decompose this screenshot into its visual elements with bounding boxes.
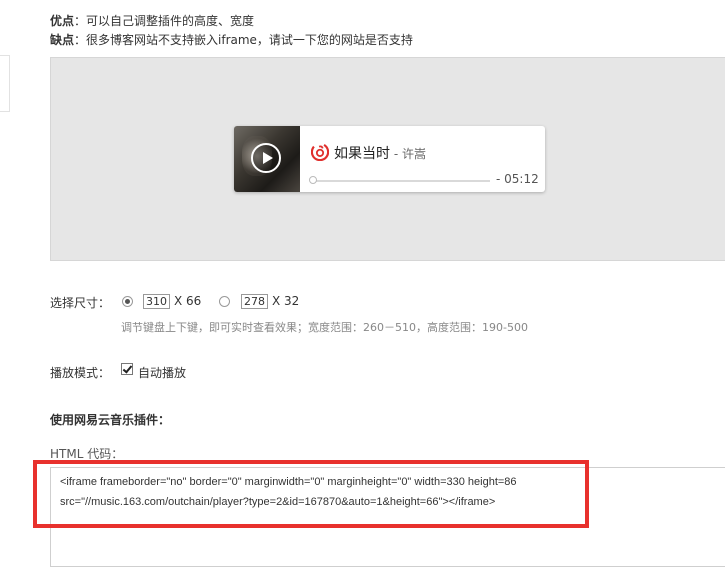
cons-label: 缺点: [50, 33, 75, 47]
song-duration: - 05:12: [496, 172, 539, 186]
size-option-1-radio[interactable]: [122, 296, 133, 307]
size-option-1-height: X 66: [174, 294, 202, 308]
pros-label: 优点: [50, 14, 75, 28]
cons-text: ：很多博客网站不支持嵌入iframe，请试一下您的网站是否支持: [74, 33, 413, 47]
netease-music-logo-icon: [311, 143, 329, 161]
song-separator: -: [390, 147, 402, 161]
size-option-2-height: X 32: [272, 294, 300, 308]
song-title: 如果当时: [334, 146, 390, 162]
autoplay-checkbox[interactable]: [121, 363, 133, 375]
red-highlight-box: [33, 460, 589, 528]
pros-line: 优点：可以自己调整插件的高度、宽度: [50, 12, 254, 30]
progress-handle[interactable]: [309, 176, 317, 184]
embed-section-title: 使用网易云音乐插件：: [50, 413, 171, 427]
cons-line: 缺点：很多博客网站不支持嵌入iframe，请试一下您的网站是否支持: [50, 31, 413, 49]
size-label: 选择尺寸：: [50, 296, 111, 310]
song-artist: 许嵩: [401, 147, 426, 161]
left-panel-edge: [0, 55, 10, 112]
size-option-2-radio[interactable]: [219, 296, 230, 307]
pros-text: ：可以自己调整插件的高度、宽度: [74, 14, 255, 28]
play-mode-label: 播放模式：: [50, 366, 111, 380]
progress-bar[interactable]: [312, 180, 490, 182]
size-option-2-width-input[interactable]: [241, 294, 268, 309]
play-button[interactable]: [251, 143, 281, 173]
music-player-widget: 如果当时 - 许嵩 - 05:12: [234, 126, 545, 192]
size-hint: 调节键盘上下键，即可实时查看效果；宽度范围：260－510，高度范围：190-5…: [121, 321, 528, 334]
size-option-1-width-input[interactable]: [143, 294, 170, 309]
autoplay-label[interactable]: 自动播放: [138, 364, 186, 381]
song-info: 如果当时 - 许嵩: [334, 143, 426, 163]
